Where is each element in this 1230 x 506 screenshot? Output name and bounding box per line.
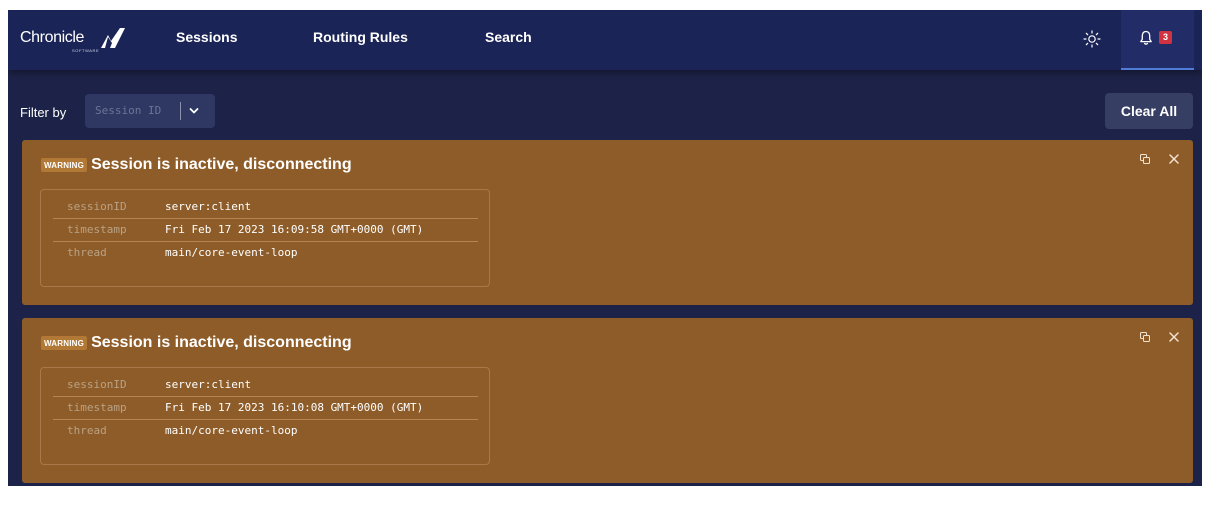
copy-icon[interactable] (1139, 153, 1151, 165)
app-window: Chronicle SOFTWARE Sessions Routing Rule… (8, 10, 1202, 486)
warning-badge: WARNING (41, 158, 88, 172)
theme-toggle-button[interactable] (1080, 27, 1104, 51)
detail-key: timestamp (67, 401, 127, 414)
close-icon[interactable] (1167, 330, 1181, 344)
logo-wordmark: Chronicle (20, 29, 84, 46)
detail-value: Fri Feb 17 2023 16:09:58 GMT+0000 (GMT) (165, 223, 424, 236)
sun-icon (1083, 30, 1101, 48)
detail-row: timestamp Fri Feb 17 2023 16:10:08 GMT+0… (53, 397, 478, 420)
notification-details: sessionID server:client timestamp Fri Fe… (40, 189, 490, 287)
filter-select-placeholder: Session ID (95, 104, 162, 117)
logo-mark-icon (101, 28, 125, 48)
notification-header: WARNING Session is inactive, disconnectin… (41, 156, 352, 178)
detail-key: timestamp (67, 223, 127, 236)
detail-row: thread main/core-event-loop (53, 242, 478, 264)
logo-subtitle: SOFTWARE (72, 48, 100, 53)
notification-actions (1139, 330, 1183, 344)
detail-row: thread main/core-event-loop (53, 420, 478, 442)
chevron-down-icon[interactable] (188, 105, 200, 117)
notification-title: Session is inactive, disconnecting (91, 156, 352, 173)
clear-all-button[interactable]: Clear All (1105, 93, 1193, 129)
nav-routing-rules[interactable]: Routing Rules (313, 29, 408, 45)
top-navigation-bar: Chronicle SOFTWARE Sessions Routing Rule… (8, 10, 1202, 70)
detail-value: server:client (165, 200, 252, 213)
detail-value: main/core-event-loop (165, 246, 298, 259)
notification-card: WARNING Session is inactive, disconnectin… (22, 318, 1193, 483)
filter-bar: Filter by Session ID Clear All (8, 93, 1202, 131)
detail-key: sessionID (67, 200, 127, 213)
warning-badge: WARNING (41, 336, 88, 350)
filter-field-select[interactable]: Session ID (85, 94, 215, 128)
detail-row: timestamp Fri Feb 17 2023 16:09:58 GMT+0… (53, 219, 478, 242)
notification-header: WARNING Session is inactive, disconnectin… (41, 334, 352, 356)
nav-search[interactable]: Search (485, 29, 532, 45)
copy-icon[interactable] (1139, 331, 1151, 343)
detail-key: thread (67, 424, 107, 437)
filter-label: Filter by (20, 105, 67, 120)
close-icon[interactable] (1167, 152, 1181, 166)
detail-key: thread (67, 246, 107, 259)
bell-icon (1140, 30, 1152, 45)
notification-count-badge: 3 (1159, 31, 1172, 44)
nav-sessions[interactable]: Sessions (176, 29, 237, 45)
detail-row: sessionID server:client (53, 374, 478, 397)
detail-value: main/core-event-loop (165, 424, 298, 437)
notification-title: Session is inactive, disconnecting (91, 334, 352, 351)
notification-details: sessionID server:client timestamp Fri Fe… (40, 367, 490, 465)
select-divider (180, 102, 181, 120)
detail-value: Fri Feb 17 2023 16:10:08 GMT+0000 (GMT) (165, 401, 424, 414)
notification-card: WARNING Session is inactive, disconnectin… (22, 140, 1193, 305)
notification-actions (1139, 152, 1183, 166)
detail-value: server:client (165, 378, 252, 391)
detail-row: sessionID server:client (53, 196, 478, 219)
detail-key: sessionID (67, 378, 127, 391)
notifications-tab[interactable]: 3 (1121, 10, 1194, 70)
